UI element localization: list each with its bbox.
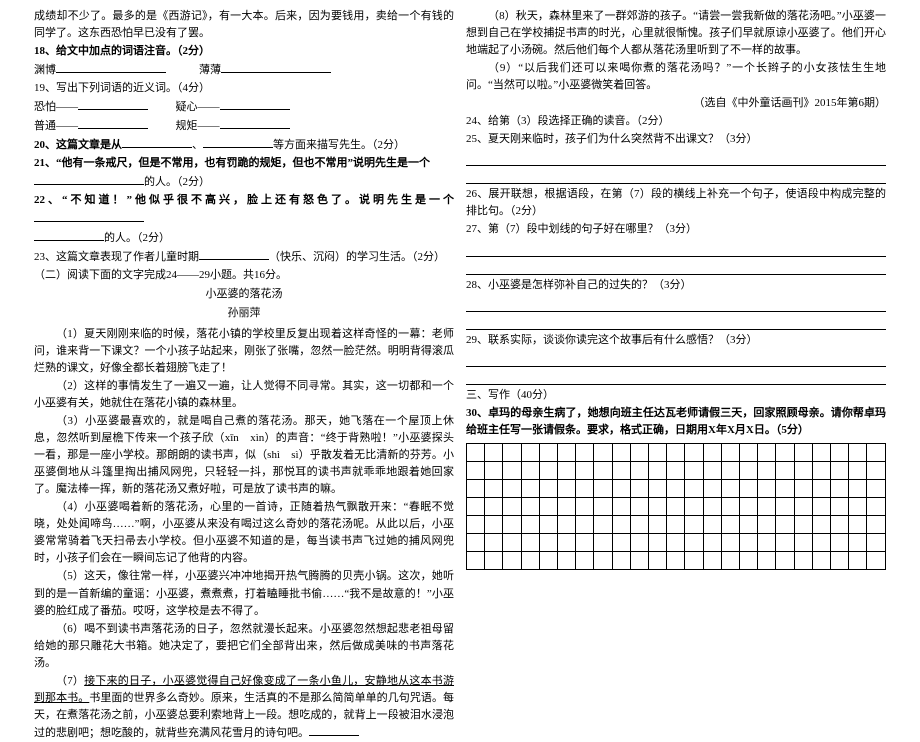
q26: 26、展开联想，根据语段，在第（7）段的横线上补充一个句子，使语段中构成完整的排… bbox=[466, 186, 886, 220]
answer-line[interactable] bbox=[466, 296, 886, 312]
answer-line[interactable] bbox=[466, 351, 886, 367]
left-intro: 成绩却不少了。最多的是《西游记》，有一大本。后来，因为要钱用，卖给一个有钱的同学… bbox=[34, 8, 454, 42]
para-7: （7）接下来的日子，小巫婆觉得自己好像变成了一条小鱼儿，安静地从这本书游到那本书… bbox=[34, 673, 454, 742]
q19-row1: 恐怕—— 疑心—— bbox=[34, 98, 454, 116]
q19: 19、写出下列词语的近义词。（4分） bbox=[34, 80, 454, 97]
para-1: （1）夏天刚刚来临的时候，落花小镇的学校里反复出现着这样奇怪的一幕：老师问，谁来… bbox=[34, 326, 454, 377]
para-2: （2）这样的事情发生了一遍又一遍，让人觉得不同寻常。其实，这一切都和一个小巫婆有… bbox=[34, 378, 454, 412]
q30: 30、卓玛的母亲生病了，她想向班主任达瓦老师请假三天，回家照顾母亲。请你帮卓玛给… bbox=[466, 405, 886, 439]
q18-blanks: 渊博 薄薄 bbox=[34, 61, 454, 79]
q19-row2: 普通—— 规矩—— bbox=[34, 117, 454, 135]
source-line: （选自《中外童话画刊》2015年第6期） bbox=[466, 95, 886, 112]
q20: 20、这篇文章是从、等方面来描写先生。（2分） bbox=[34, 136, 454, 154]
sec3-head: 三、写作（40分） bbox=[466, 387, 886, 404]
para-8: （8）秋天，森林里来了一群郊游的孩子。“请尝一尝我新做的落花汤吧。”小巫婆一想到… bbox=[466, 8, 886, 59]
story-author: 孙丽萍 bbox=[34, 305, 454, 322]
sec2-head: （二）阅读下面的文字完成24——29小题。共16分。 bbox=[34, 267, 454, 284]
q21-b: 的人。（2分） bbox=[34, 173, 454, 191]
q25: 25、夏天刚来临时，孩子们为什么突然背不出课文？（3分） bbox=[466, 131, 886, 148]
q18: 18、给文中加点的词语注音。（2分） bbox=[34, 43, 454, 60]
answer-line[interactable] bbox=[466, 241, 886, 257]
q28: 28、小巫婆是怎样弥补自己的过失的？（3分） bbox=[466, 277, 886, 294]
para-9: （9）“以后我们还可以来喝你煮的落花汤吗？”一个长辫子的小女孩怯生生地问。“当然… bbox=[466, 60, 886, 94]
q29: 29、联系实际，谈谈你读完这个故事后有什么感悟？（3分） bbox=[466, 332, 886, 349]
q22: 22、“不知道！”他似乎很不高兴，脸上还有怒色了。说明先生是一个 bbox=[34, 192, 454, 227]
q23: 23、这篇文章表现了作者儿童时期（快乐、沉闷）的学习生活。（2分） bbox=[34, 248, 454, 266]
answer-line[interactable] bbox=[466, 314, 886, 330]
q21: 21、“他有一条戒尺，但是不常用，也有罚跪的规矩，但也不常用”说明先生是一个 bbox=[34, 155, 454, 172]
answer-line[interactable] bbox=[466, 150, 886, 166]
para-4: （4）小巫婆喝着新的落花汤，心里的一首诗，正随着热气飘散开来：“春眠不觉晓，处处… bbox=[34, 499, 454, 567]
q27: 27、第（7）段中划线的句子好在哪里？（3分） bbox=[466, 221, 886, 238]
writing-grid[interactable] bbox=[466, 443, 886, 570]
story-title: 小巫婆的落花汤 bbox=[34, 286, 454, 303]
answer-line[interactable] bbox=[466, 369, 886, 385]
para-5: （5）这天，像往常一样，小巫婆兴冲冲地揭开热气腾腾的贝壳小锅。这次，她听到的是一… bbox=[34, 568, 454, 619]
answer-line[interactable] bbox=[466, 168, 886, 184]
q22-b: 的人。（2分） bbox=[34, 229, 454, 247]
para-6: （6）喝不到读书声落花汤的日子，忽然就漫长起来。小巫婆忽然想起悲老祖母留给她的那… bbox=[34, 621, 454, 672]
para-3: （3）小巫婆最喜欢的，就是喝自己煮的落花汤。那天，她飞落在一个屋顶上休息，忽然听… bbox=[34, 413, 454, 498]
q24: 24、给第（3）段选择正确的读音。（2分） bbox=[466, 113, 886, 130]
answer-line[interactable] bbox=[466, 259, 886, 275]
